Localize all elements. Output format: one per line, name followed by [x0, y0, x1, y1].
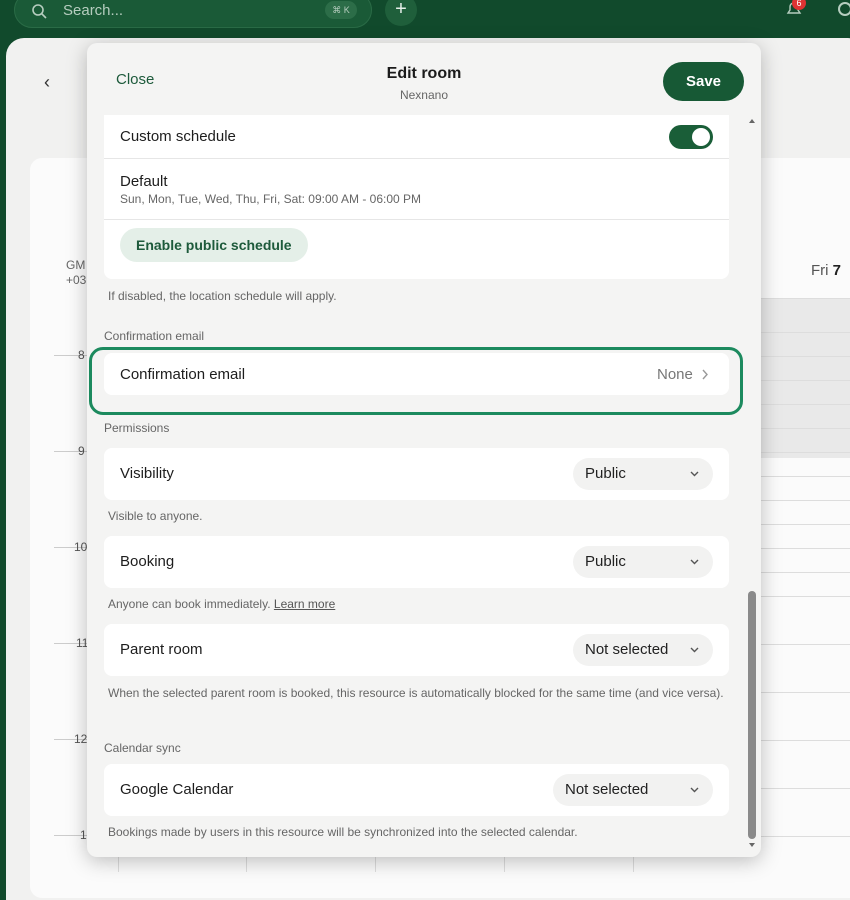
- default-schedule-hours: Sun, Mon, Tue, Wed, Thu, Fri, Sat: 09:00…: [120, 192, 422, 206]
- parent-room-row: Parent room Not selected: [104, 624, 729, 676]
- grid-line: [761, 692, 850, 693]
- grid-line: [761, 298, 850, 299]
- parent-room-select[interactable]: Not selected: [573, 634, 713, 666]
- custom-schedule-toggle[interactable]: [669, 125, 713, 149]
- grid-line: [761, 428, 850, 429]
- hour-label: 12: [74, 732, 88, 746]
- add-button[interactable]: +: [385, 0, 417, 26]
- google-calendar-help-text: Bookings made by users in this resource …: [108, 825, 578, 839]
- booking-value: Public: [585, 553, 626, 570]
- chevron-down-icon: [690, 647, 699, 653]
- edit-room-modal: Close Edit room Nexnano Save Custom sche…: [87, 43, 761, 857]
- learn-more-link[interactable]: Learn more: [274, 597, 335, 611]
- grid-line: [761, 404, 850, 405]
- schedule-help-text: If disabled, the location schedule will …: [108, 289, 337, 303]
- back-icon[interactable]: ‹: [44, 72, 50, 93]
- parent-room-help-text: When the selected parent room is booked,…: [108, 686, 724, 700]
- calendar-sync-section-title: Calendar sync: [104, 741, 181, 755]
- booking-select[interactable]: Public: [573, 546, 713, 578]
- grid-line: [761, 836, 850, 837]
- enable-public-schedule-button[interactable]: Enable public schedule: [120, 228, 308, 262]
- search-icon: [32, 4, 47, 19]
- schedule-card: Custom schedule Default Sun, Mon, Tue, W…: [104, 115, 729, 279]
- modal-title: Edit room: [386, 65, 462, 82]
- grid-line: [761, 524, 850, 525]
- day-header[interactable]: Fri 7: [811, 262, 841, 279]
- grid-line: [761, 572, 850, 573]
- scroll-down-arrow-icon[interactable]: [748, 841, 756, 849]
- hour-label: 8: [78, 348, 85, 362]
- grid-line: [761, 788, 850, 789]
- search-placeholder: Search...: [63, 2, 124, 19]
- booking-label: Booking: [120, 553, 175, 570]
- visibility-value: Public: [585, 465, 626, 482]
- top-bar: Search... ⌘ K + 6: [0, 0, 850, 40]
- chevron-down-icon: [690, 471, 699, 477]
- grid-column-line: [633, 857, 634, 872]
- google-calendar-select[interactable]: Not selected: [553, 774, 713, 806]
- grid-line: [761, 500, 850, 501]
- grid-line: [761, 356, 850, 357]
- booking-row: Booking Public: [104, 536, 729, 588]
- grid-line: [761, 476, 850, 477]
- toggle-knob: [692, 128, 710, 146]
- confirmation-section-title: Confirmation email: [104, 329, 205, 343]
- grid-column-line: [504, 857, 505, 872]
- google-calendar-value: Not selected: [565, 781, 649, 798]
- parent-room-label: Parent room: [120, 641, 203, 658]
- default-schedule-label[interactable]: Default: [120, 173, 168, 190]
- hour-label: 9: [78, 444, 85, 458]
- scrollbar-thumb[interactable]: [748, 591, 756, 839]
- grid-column-line: [375, 857, 376, 872]
- grid-column-line: [246, 857, 247, 872]
- visibility-row: Visibility Public: [104, 448, 729, 500]
- grid-line: [761, 596, 850, 597]
- focus-highlight: [89, 347, 743, 415]
- search-input[interactable]: Search... ⌘ K: [14, 0, 372, 28]
- notification-count-badge: 6: [792, 0, 806, 10]
- calendar-shaded-slot: [761, 298, 850, 458]
- chevron-down-icon: [690, 787, 699, 793]
- google-calendar-row: Google Calendar Not selected: [104, 764, 729, 816]
- booking-help-text: Anyone can book immediately. Learn more: [108, 597, 336, 611]
- grid-line: [761, 644, 850, 645]
- chevron-down-icon: [690, 559, 699, 565]
- grid-line: [761, 452, 850, 453]
- hour-label: 10: [74, 540, 88, 554]
- permissions-section-title: Permissions: [104, 421, 170, 435]
- visibility-help-text: Visible to anyone.: [108, 509, 203, 523]
- clock-icon[interactable]: [838, 2, 850, 16]
- grid-column-line: [118, 857, 119, 872]
- parent-room-value: Not selected: [585, 641, 669, 658]
- visibility-label: Visibility: [120, 465, 174, 482]
- grid-line: [761, 548, 850, 549]
- shortcut-badge: ⌘ K: [325, 1, 357, 19]
- custom-schedule-label: Custom schedule: [120, 128, 236, 145]
- visibility-select[interactable]: Public: [573, 458, 713, 490]
- google-calendar-label: Google Calendar: [120, 781, 234, 798]
- divider: [104, 158, 729, 159]
- save-button[interactable]: Save: [663, 62, 744, 101]
- hour-label: 1: [80, 828, 87, 842]
- grid-line: [761, 332, 850, 333]
- grid-line: [761, 380, 850, 381]
- scroll-up-arrow-icon[interactable]: [748, 117, 756, 125]
- grid-line: [761, 740, 850, 741]
- divider: [104, 219, 729, 220]
- modal-subtitle: Nexnano: [399, 88, 449, 102]
- timezone-label: GM +03: [66, 258, 87, 287]
